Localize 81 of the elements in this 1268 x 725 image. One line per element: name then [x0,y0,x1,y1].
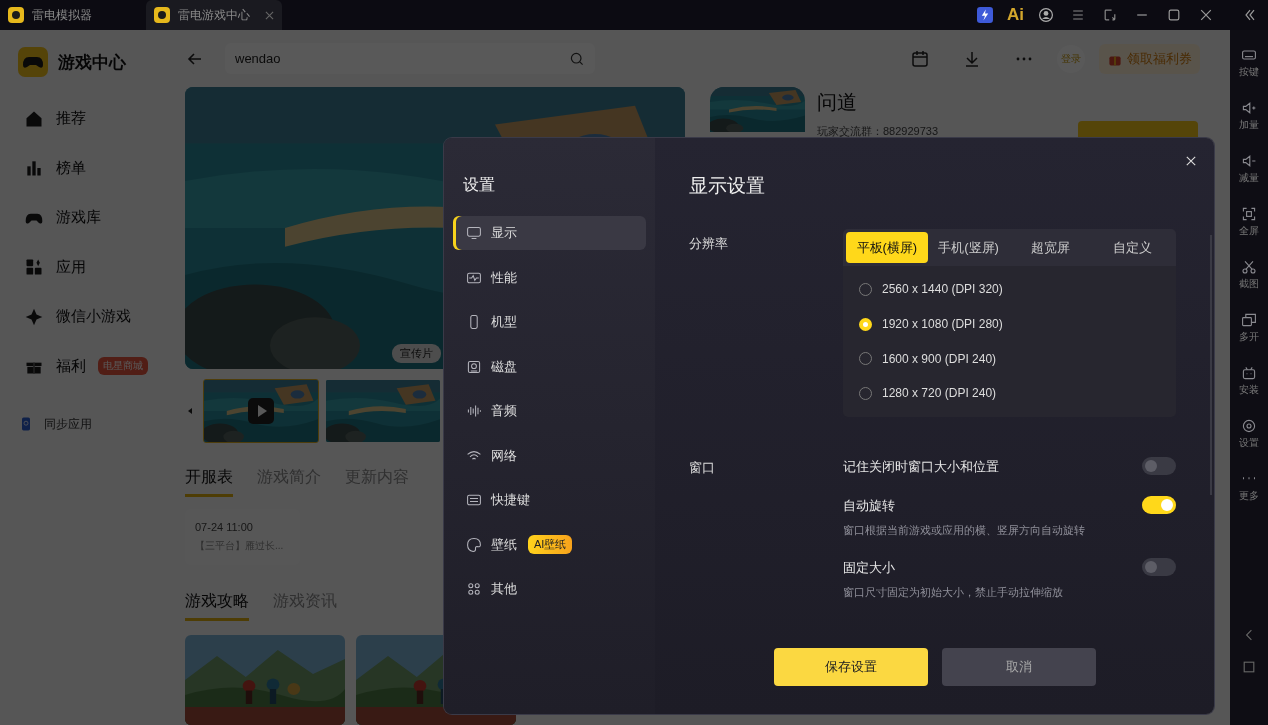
option-label: 自动旋转 [843,496,896,515]
play-icon[interactable] [248,398,274,424]
toggle-switch[interactable] [1142,557,1176,576]
toolbar-button[interactable]: 多开 [1239,301,1259,354]
close-icon[interactable] [1198,7,1214,23]
sidebar-item[interactable]: 微信小游戏 [18,292,170,342]
game-title: 问道 [817,90,858,115]
option-description: 窗口根据当前游戏或应用的横、竖屏方向自动旋转 [843,522,1085,538]
cancel-button[interactable]: 取消 [942,648,1096,686]
window-tab[interactable]: 雷电模拟器 [0,0,140,30]
toolbar-button[interactable]: 安装 [1239,354,1259,407]
section-heading: 显示设置 [689,174,766,198]
badge: AI壁纸 [528,535,573,554]
calendar-icon[interactable] [910,48,930,69]
apps-icon [24,257,44,278]
toolbar-button[interactable]: 截图 [1239,248,1259,301]
schedule-time: 07-24 11:00 [195,521,254,533]
rotate-screen-icon[interactable] [1102,7,1118,23]
settings-nav-item[interactable]: 显示 [453,216,646,250]
ai-button[interactable]: Ai [1007,5,1024,25]
app-name: 游戏中心 [58,51,126,74]
sidebar-item[interactable]: 榜单 [18,143,170,193]
option-label: 固定大小 [843,558,896,577]
dialog-title: 设置 [463,175,496,195]
fullscreen-icon [1241,205,1257,222]
settings-nav-item[interactable]: 网络 [453,438,646,473]
toolbar-button[interactable]: 更多 [1239,460,1259,513]
maximize-icon[interactable] [1166,7,1182,23]
toolbar-button[interactable]: 减量 [1239,142,1259,195]
menu-icon[interactable] [1070,7,1086,23]
resolution-option[interactable]: 1920 x 1080 (DPI 280) [859,306,1176,342]
settings-nav-item[interactable]: 其他 [453,572,646,606]
content-tab[interactable]: 开服表 [185,467,233,497]
gamepad-logo-icon [18,47,48,77]
windows-icon [1241,311,1257,328]
content-tab[interactable]: 游戏攻略 [185,591,249,621]
settings-nav-item[interactable]: 机型 [453,305,646,339]
resolution-option[interactable]: 1600 x 900 (DPI 240) [859,341,1176,377]
grid-icon [466,581,482,597]
toggle-switch[interactable] [1142,456,1176,475]
palette-icon [466,536,482,553]
search-icon[interactable] [569,50,585,67]
mode-tab[interactable]: 平板(横屏) [846,232,928,263]
mode-tab[interactable]: 超宽屏 [1009,232,1092,263]
sidebar-item[interactable]: 推荐 [18,94,170,144]
save-button[interactable]: 保存设置 [774,648,928,686]
toolbar-button[interactable]: 加量 [1239,89,1259,142]
resolution-option[interactable]: 2560 x 1440 (DPI 320) [859,272,1176,307]
toolbar-button[interactable]: 按键 [1239,36,1259,89]
user-icon[interactable] [1038,7,1054,23]
waveform-icon [466,403,482,419]
sync-button[interactable]: 同步应用 [18,415,170,433]
settings-nav-item[interactable]: 磁盘 [453,349,646,384]
mode-tab[interactable]: 自定义 [1091,232,1173,263]
setting-label: 分辨率 [689,235,729,253]
home-icon[interactable] [1241,659,1257,675]
toggle-switch[interactable] [1142,495,1176,514]
robot-icon [1241,364,1257,381]
settings-nav-item[interactable]: 快捷键 [453,483,646,517]
option-description: 窗口尺寸固定为初始大小，禁止手动拉伸缩放 [843,584,1063,600]
toolbar-button[interactable]: 设置 [1239,407,1259,460]
setting-label: 窗口 [689,458,716,477]
settings-nav-item[interactable]: 音频 [453,394,646,428]
settings-nav-item[interactable]: 性能 [453,260,646,295]
logo-icon [8,7,24,23]
sidebar-item[interactable]: 应用 [18,242,170,292]
monitor-icon [466,225,482,241]
settings-icon [1241,417,1257,434]
keyboard-icon [466,492,482,508]
window-tab[interactable]: 雷电游戏中心 [146,0,282,30]
close-icon[interactable] [1184,154,1198,168]
mode-tab[interactable]: 手机(竖屏) [927,232,1010,263]
settings-nav-item[interactable]: 壁纸 AI壁纸 [453,527,646,562]
video-label: 宣传片 [392,344,441,363]
sidebar-item[interactable]: 游戏库 [18,193,170,243]
lightning-icon[interactable] [977,7,993,23]
scissors-icon [1241,258,1257,275]
bar-chart-icon [24,158,44,179]
toolbar-button[interactable]: 全屏 [1239,195,1259,248]
resolution-option[interactable]: 1280 x 720 (DPI 240) [859,376,1176,411]
option-label: 记住关闭时窗口大小和位置 [843,457,999,476]
